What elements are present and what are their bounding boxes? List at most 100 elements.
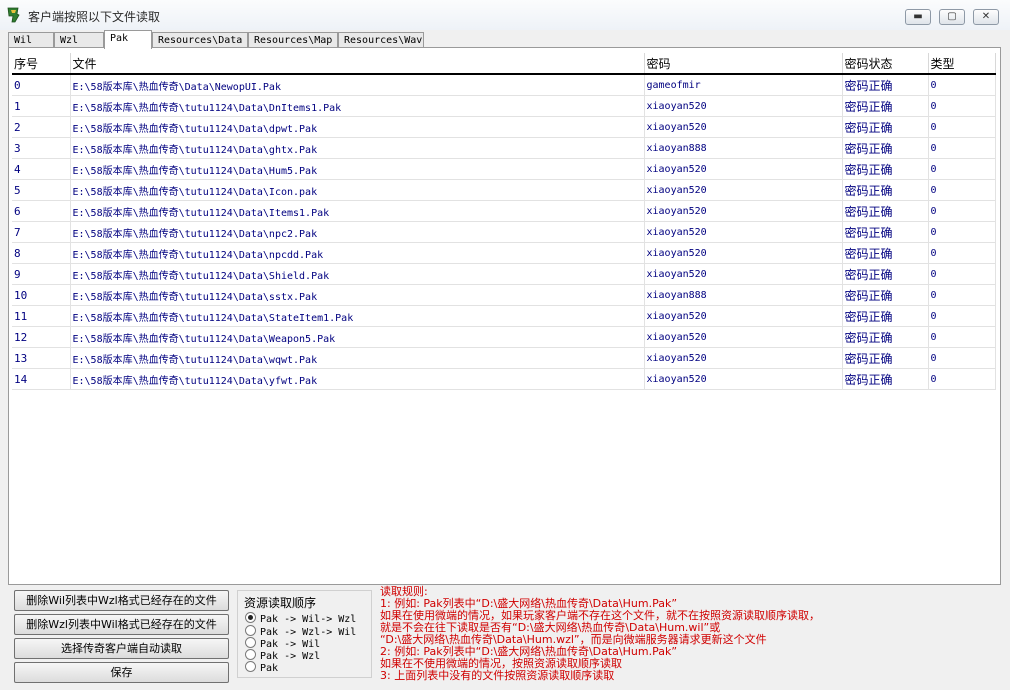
table-row[interactable]: 9 E:\58版本库\热血传奇\tutu1124\Data\Shield.Pak x… <box>12 263 996 285</box>
delete-wzl-duplicates-button[interactable]: 删除Wzl列表中Wil格式已经存在的文件 <box>14 614 229 635</box>
radio-icon <box>245 661 256 672</box>
cell-password: xiaoyan888 <box>644 284 843 306</box>
tab-pak[interactable]: Pak <box>104 30 152 49</box>
cell-password-status: 密码正确 <box>842 95 929 117</box>
cell-file-path: E:\58版本库\热血传奇\tutu1124\Data\StateItem1.P… <box>70 305 645 327</box>
tab-resources-map[interactable]: Resources\Map <box>248 32 338 48</box>
cell-password-status: 密码正确 <box>842 242 929 264</box>
cell-type: 0 <box>928 200 996 222</box>
cell-index: 7 <box>12 221 71 243</box>
cell-password-status: 密码正确 <box>842 326 929 348</box>
cell-password: xiaoyan520 <box>644 221 843 243</box>
table-row[interactable]: 10 E:\58版本库\热血传奇\tutu1124\Data\sstx.Pak xi… <box>12 284 996 306</box>
column-header-password-status[interactable]: 密码状态 <box>842 53 929 75</box>
cell-password: gameofmir <box>644 74 843 96</box>
cell-password: xiaoyan520 <box>644 305 843 327</box>
table-row[interactable]: 5 E:\58版本库\热血传奇\tutu1124\Data\Icon.pak xia… <box>12 179 996 201</box>
cell-index: 6 <box>12 200 71 222</box>
table-row[interactable]: 7 E:\58版本库\热血传奇\tutu1124\Data\npc2.Pak xia… <box>12 221 996 243</box>
column-header-index[interactable]: 序号 <box>12 53 71 75</box>
cell-file-path: E:\58版本库\热血传奇\tutu1124\Data\Weapon5.Pak <box>70 326 645 348</box>
pak-file-table[interactable]: 序号 文件 密码 密码状态 类型 0 E:\58版本库\热血传奇\Data\New… <box>12 53 996 390</box>
table-row[interactable]: 2 E:\58版本库\热血传奇\tutu1124\Data\dpwt.Pak xia… <box>12 116 996 138</box>
cell-index: 10 <box>12 284 71 306</box>
cell-type: 0 <box>928 347 996 369</box>
cell-index: 13 <box>12 347 71 369</box>
cell-type: 0 <box>928 263 996 285</box>
cell-file-path: E:\58版本库\热血传奇\tutu1124\Data\npcdd.Pak <box>70 242 645 264</box>
cell-index: 1 <box>12 95 71 117</box>
cell-file-path: E:\58版本库\热血传奇\tutu1124\Data\Icon.pak <box>70 179 645 201</box>
cell-password-status: 密码正确 <box>842 347 929 369</box>
radio-icon <box>245 649 256 660</box>
table-row[interactable]: 11 E:\58版本库\热血传奇\tutu1124\Data\StateItem1… <box>12 305 996 327</box>
cell-type: 0 <box>928 137 996 159</box>
cell-password-status: 密码正确 <box>842 179 929 201</box>
cell-password: xiaoyan520 <box>644 326 843 348</box>
close-button[interactable]: ✕ <box>973 9 999 25</box>
cell-password: xiaoyan520 <box>644 368 843 390</box>
cell-file-path: E:\58版本库\热血传奇\tutu1124\Data\npc2.Pak <box>70 221 645 243</box>
table-row[interactable]: 0 E:\58版本库\热血传奇\Data\NewopUI.Pak gameofmir… <box>12 74 996 96</box>
table-row[interactable]: 8 E:\58版本库\热血传奇\tutu1124\Data\npcdd.Pak xi… <box>12 242 996 264</box>
cell-password: xiaoyan520 <box>644 116 843 138</box>
cell-type: 0 <box>928 95 996 117</box>
cell-password-status: 密码正确 <box>842 368 929 390</box>
cell-type: 0 <box>928 326 996 348</box>
column-header-password[interactable]: 密码 <box>644 53 843 75</box>
tab-wzl[interactable]: Wzl <box>54 32 104 48</box>
delete-wil-duplicates-button[interactable]: 删除Wil列表中Wzl格式已经存在的文件 <box>14 590 229 611</box>
app-icon <box>7 7 20 23</box>
cell-type: 0 <box>928 116 996 138</box>
cell-password: xiaoyan520 <box>644 179 843 201</box>
cell-file-path: E:\58版本库\热血传奇\tutu1124\Data\DnItems1.Pak <box>70 95 645 117</box>
cell-password: xiaoyan520 <box>644 263 843 285</box>
load-order-title: 资源读取顺序 <box>244 594 317 611</box>
cell-type: 0 <box>928 284 996 306</box>
cell-password: xiaoyan520 <box>644 95 843 117</box>
cell-index: 11 <box>12 305 71 327</box>
cell-file-path: E:\58版本库\热血传奇\tutu1124\Data\Shield.Pak <box>70 263 645 285</box>
cell-password: xiaoyan520 <box>644 347 843 369</box>
cell-index: 3 <box>12 137 71 159</box>
cell-index: 14 <box>12 368 71 390</box>
cell-type: 0 <box>928 74 996 96</box>
table-row[interactable]: 13 E:\58版本库\热血传奇\tutu1124\Data\wqwt.Pak xi… <box>12 347 996 369</box>
read-rules: 读取规则: 1: 例如: Pak列表中“D:\盛大网络\热血传奇\Data\Hu… <box>380 586 1005 682</box>
table-row[interactable]: 12 E:\58版本库\热血传奇\tutu1124\Data\Weapon5.Pa… <box>12 326 996 348</box>
cell-password-status: 密码正确 <box>842 158 929 180</box>
cell-type: 0 <box>928 368 996 390</box>
column-header-file[interactable]: 文件 <box>70 53 645 75</box>
table-row[interactable]: 14 E:\58版本库\热血传奇\tutu1124\Data\yfwt.Pak xi… <box>12 368 996 390</box>
tab-wil[interactable]: Wil <box>8 32 54 48</box>
tab-resources-wav[interactable]: Resources\Wav <box>338 32 424 48</box>
cell-index: 2 <box>12 116 71 138</box>
pak-panel: 序号 文件 密码 密码状态 类型 0 E:\58版本库\热血传奇\Data\New… <box>8 47 1001 585</box>
cell-index: 0 <box>12 74 71 96</box>
maximize-button[interactable]: ▢ <box>939 9 965 25</box>
cell-password-status: 密码正确 <box>842 74 929 96</box>
radio-icon <box>245 637 256 648</box>
save-button[interactable]: 保存 <box>14 662 229 683</box>
minimize-button[interactable]: ▬ <box>905 9 931 25</box>
load-order-option[interactable]: Pak <box>245 661 278 674</box>
cell-password: xiaoyan888 <box>644 137 843 159</box>
cell-file-path: E:\58版本库\热血传奇\tutu1124\Data\yfwt.Pak <box>70 368 645 390</box>
tab-resources-data[interactable]: Resources\Data <box>152 32 248 48</box>
table-row[interactable]: 1 E:\58版本库\热血传奇\tutu1124\Data\DnItems1.Pa… <box>12 95 996 117</box>
table-row[interactable]: 6 E:\58版本库\热血传奇\tutu1124\Data\Items1.Pak x… <box>12 200 996 222</box>
radio-selected-icon <box>245 612 256 623</box>
cell-index: 9 <box>12 263 71 285</box>
cell-password-status: 密码正确 <box>842 263 929 285</box>
cell-type: 0 <box>928 221 996 243</box>
column-header-type[interactable]: 类型 <box>928 53 996 75</box>
cell-file-path: E:\58版本库\热血传奇\tutu1124\Data\ghtx.Pak <box>70 137 645 159</box>
table-row[interactable]: 3 E:\58版本库\热血传奇\tutu1124\Data\ghtx.Pak xia… <box>12 137 996 159</box>
load-order-option[interactable]: Pak -> Wil-> Wzl <box>245 612 356 625</box>
table-row[interactable]: 4 E:\58版本库\热血传奇\tutu1124\Data\Hum5.Pak xia… <box>12 158 996 180</box>
cell-type: 0 <box>928 305 996 327</box>
auto-read-client-button[interactable]: 选择传奇客户端自动读取 <box>14 638 229 659</box>
cell-file-path: E:\58版本库\热血传奇\tutu1124\Data\Hum5.Pak <box>70 158 645 180</box>
minimize-icon: ▬ <box>913 11 923 22</box>
cell-index: 5 <box>12 179 71 201</box>
